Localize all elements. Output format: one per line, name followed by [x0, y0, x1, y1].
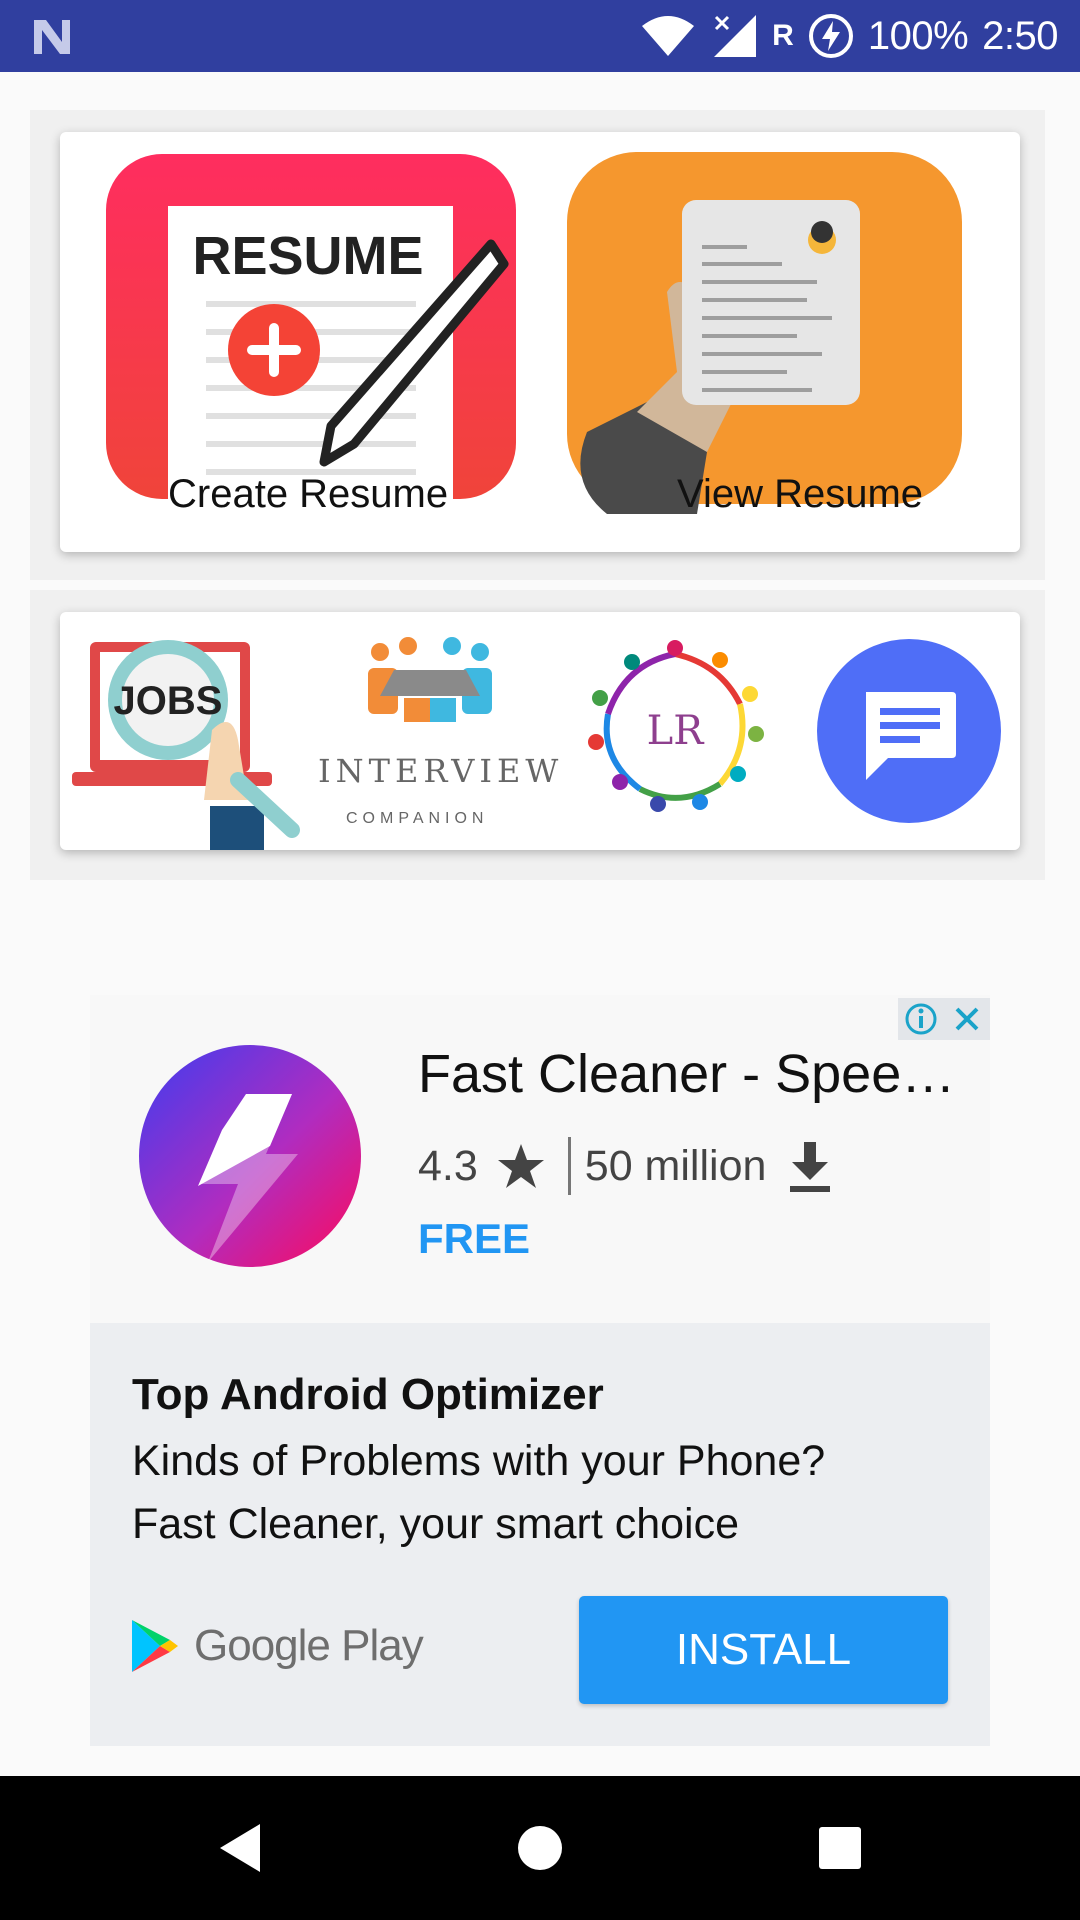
- lr-community-tile[interactable]: LR: [580, 634, 770, 824]
- create-resume-tile[interactable]: RESUME Create Resume: [106, 154, 516, 516]
- rating-divider: [567, 1137, 571, 1195]
- resume-art-text: RESUME: [192, 226, 423, 286]
- home-button[interactable]: [480, 1776, 600, 1920]
- download-icon: [790, 1142, 831, 1192]
- view-resume-tile[interactable]: View Resume: [567, 152, 987, 516]
- ad-body-line: Fast Cleaner, your smart choice: [132, 1500, 740, 1548]
- quick-links-card: JOBS INTERVIEW COMPANION LR: [60, 612, 1020, 850]
- back-button[interactable]: [180, 1776, 300, 1920]
- ad-headline: Top Android Optimizer: [132, 1370, 604, 1419]
- view-resume-label: View Resume: [677, 472, 924, 516]
- lr-text: LR: [647, 708, 706, 754]
- ad-rating-row: 4.3 50 million: [418, 1136, 832, 1196]
- google-play-icon: [132, 1620, 178, 1672]
- status-bar: R 100% 2:50: [0, 0, 1080, 72]
- clock: 2:50: [982, 13, 1058, 58]
- ad-rating: 4.3: [418, 1141, 478, 1190]
- resume-actions-card: RESUME Create Resume View Resume: [60, 132, 1020, 552]
- ad-price: FREE: [418, 1215, 531, 1262]
- ad-app-title[interactable]: Fast Cleaner - Spee…: [418, 1043, 955, 1105]
- back-icon: [220, 1824, 260, 1872]
- install-button[interactable]: INSTALL: [579, 1596, 948, 1704]
- interview-subtitle: COMPANION: [346, 810, 489, 827]
- fast-cleaner-app-icon[interactable]: [138, 1044, 362, 1268]
- home-icon: [518, 1826, 562, 1870]
- view-resume-icon: [567, 152, 962, 514]
- battery-charging-icon: [808, 14, 853, 58]
- google-play-label: Google Play: [194, 1621, 424, 1670]
- ad-choices[interactable]: [898, 998, 990, 1040]
- ad-body-text: Kinds of Problems with your Phone? Fast …: [132, 1430, 825, 1556]
- google-play-badge: Google Play: [130, 1618, 424, 1674]
- chat-tile[interactable]: [816, 638, 1002, 824]
- recents-icon: [819, 1827, 861, 1869]
- interview-companion-tile[interactable]: INTERVIEW COMPANION: [310, 632, 558, 842]
- ad-body-line: Kinds of Problems with your Phone?: [132, 1437, 826, 1485]
- interview-title: INTERVIEW: [318, 752, 564, 790]
- roaming-indicator: R: [772, 19, 794, 52]
- recents-button[interactable]: [780, 1776, 900, 1920]
- cell-signal-icon: [714, 15, 757, 57]
- create-resume-label: Create Resume: [168, 472, 449, 516]
- notification-n-icon: [34, 20, 70, 54]
- jobs-text: JOBS: [114, 679, 223, 723]
- lr-logo-icon: LR: [588, 640, 764, 812]
- ad-downloads: 50 million: [584, 1141, 767, 1190]
- create-resume-icon: RESUME: [106, 154, 516, 506]
- chat-icon: [817, 639, 1001, 823]
- jobs-search-icon: JOBS: [72, 640, 300, 850]
- ad-info-icon[interactable]: [898, 998, 944, 1040]
- battery-percent: 100%: [867, 13, 969, 58]
- ad-close-icon[interactable]: [944, 998, 990, 1040]
- meeting-table-icon: [368, 637, 492, 722]
- star-icon: [497, 1144, 544, 1188]
- wifi-icon: [642, 16, 695, 56]
- jobs-tile[interactable]: JOBS: [72, 630, 302, 850]
- navigation-bar: [0, 1776, 1080, 1920]
